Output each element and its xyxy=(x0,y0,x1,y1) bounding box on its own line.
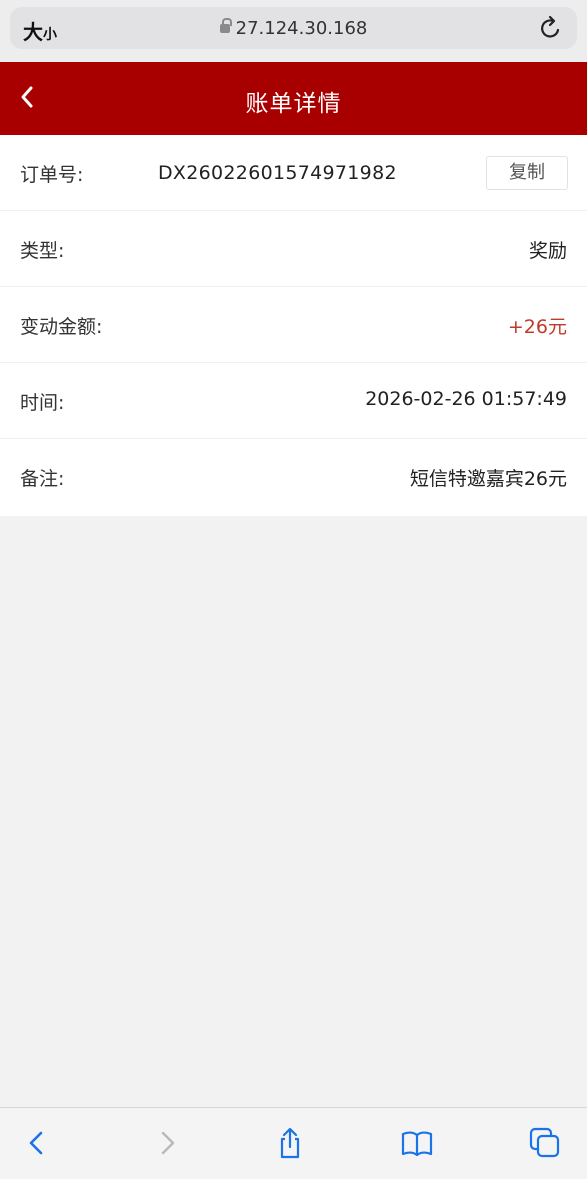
amount-label: 变动金额: xyxy=(20,316,103,338)
order-number-label: 订单号: xyxy=(20,164,84,186)
note-row: 备注: 短信特邀嘉宾26元 xyxy=(0,439,587,516)
url-display[interactable]: 27.124.30.168 xyxy=(10,18,577,39)
app-header: 账单详情 xyxy=(0,62,587,135)
note-label: 备注: xyxy=(20,468,65,490)
bookmarks-icon[interactable] xyxy=(400,1126,434,1160)
copy-button[interactable]: 复制 xyxy=(486,156,568,190)
forward-icon[interactable] xyxy=(150,1126,184,1160)
share-icon[interactable] xyxy=(273,1126,307,1160)
type-row: 类型: 奖励 xyxy=(0,211,587,287)
time-row: 时间: 2026-02-26 01:57:49 xyxy=(0,363,587,439)
time-label: 时间: xyxy=(20,392,65,414)
bill-detail-list: 订单号: DX26022601574971982 复制 类型: 奖励 变动金额:… xyxy=(0,135,587,516)
browser-bottom-toolbar xyxy=(0,1107,587,1179)
note-value: 短信特邀嘉宾26元 xyxy=(409,468,567,490)
reload-icon[interactable] xyxy=(539,15,563,47)
url-text: 27.124.30.168 xyxy=(235,18,368,39)
amount-row: 变动金额: +26元 xyxy=(0,287,587,363)
tabs-icon[interactable] xyxy=(528,1126,562,1160)
type-label: 类型: xyxy=(20,240,65,262)
lock-icon xyxy=(219,18,232,33)
browser-top-bar: 大小 27.124.30.168 xyxy=(0,0,587,62)
time-value: 2026-02-26 01:57:49 xyxy=(365,388,567,410)
amount-value: +26元 xyxy=(507,316,567,338)
type-value: 奖励 xyxy=(528,240,567,262)
order-number-row: 订单号: DX26022601574971982 复制 xyxy=(0,135,587,211)
page-title: 账单详情 xyxy=(245,91,342,117)
address-bar[interactable]: 大小 27.124.30.168 xyxy=(10,7,577,49)
back-icon[interactable] xyxy=(20,1126,54,1160)
order-number-value: DX26022601574971982 xyxy=(158,162,397,184)
